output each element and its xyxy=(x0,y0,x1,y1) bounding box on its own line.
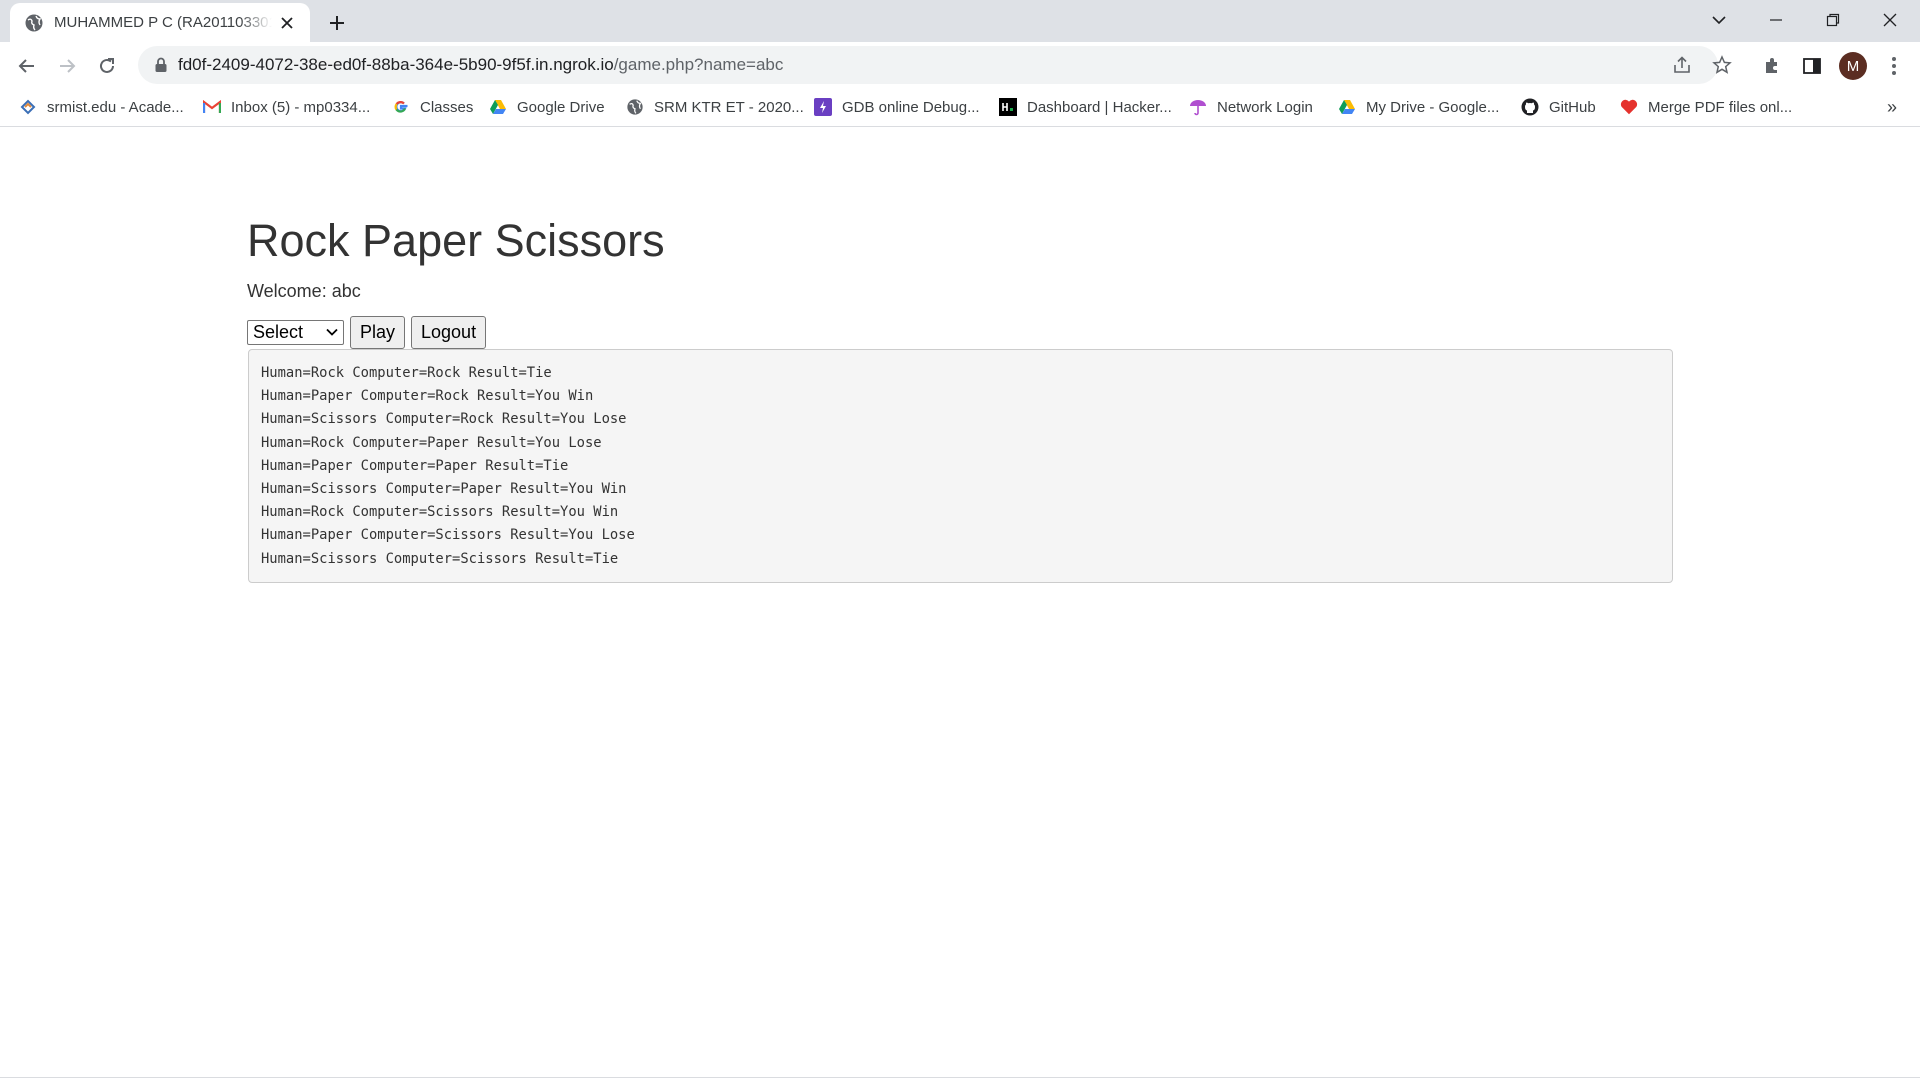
github-icon xyxy=(1521,98,1539,116)
bookmark-item[interactable]: GitHub xyxy=(1521,89,1596,125)
result-line: Human=Paper Computer=Rock Result=You Win xyxy=(261,388,594,405)
restore-icon[interactable] xyxy=(1805,0,1861,40)
drive-icon xyxy=(1338,98,1356,116)
bookmark-label: srmist.edu - Acade... xyxy=(47,98,184,116)
welcome-text: Welcome: abc xyxy=(247,281,361,302)
result-line: Human=Paper Computer=Scissors Result=You… xyxy=(261,527,635,544)
bookmarks-bar: srmist.edu - Acade... Inbox (5) - mp0334… xyxy=(0,89,1920,127)
tab-title: MUHAMMED P C (RA2011033010 xyxy=(54,14,272,31)
bookmark-item[interactable]: srmist.edu - Acade... xyxy=(19,89,184,125)
url-host: fd0f-2409-4072-38e-ed0f-88ba-364e-5b90-9… xyxy=(178,55,614,74)
results-log: Human=Rock Computer=Rock Result=Tie Huma… xyxy=(248,349,1673,583)
result-line: Human=Rock Computer=Scissors Result=You … xyxy=(261,504,619,521)
bookmark-item[interactable]: Classes xyxy=(392,89,473,125)
globe-icon xyxy=(25,14,43,31)
close-window-icon[interactable] xyxy=(1862,0,1918,40)
drive-icon xyxy=(489,98,507,116)
hackerrank-icon xyxy=(999,98,1017,116)
gdb-icon xyxy=(814,98,832,116)
tab-strip: MUHAMMED P C (RA2011033010 xyxy=(0,0,1920,42)
bookmark-label: Classes xyxy=(420,98,474,116)
heart-icon xyxy=(1620,98,1638,116)
new-tab-button[interactable] xyxy=(323,9,351,37)
bookmark-item[interactable]: Network Login xyxy=(1189,89,1313,125)
bookmark-item[interactable]: Merge PDF files onl... xyxy=(1620,89,1792,125)
game-form: Select Play Logout xyxy=(247,316,487,349)
lock-icon[interactable] xyxy=(152,56,170,74)
bookmark-label: Merge PDF files onl... xyxy=(1648,98,1793,116)
minimize-icon[interactable] xyxy=(1748,0,1804,40)
bookmark-label: Network Login xyxy=(1217,98,1313,116)
menu-kebab-icon[interactable] xyxy=(1881,53,1907,79)
logout-button[interactable]: Logout xyxy=(411,316,487,349)
reload-icon[interactable] xyxy=(90,49,124,83)
divider xyxy=(0,1077,1920,1078)
bookmark-label: SRM KTR ET - 2020... xyxy=(654,98,804,116)
url-path: /game.php?name=abc xyxy=(613,55,784,74)
page-content: Rock Paper Scissors Welcome: abc Select P… xyxy=(0,128,1920,1078)
back-icon[interactable] xyxy=(10,49,44,83)
page-title: Rock Paper Scissors xyxy=(247,215,665,266)
bookmark-item[interactable]: SRM KTR ET - 2020... xyxy=(626,89,804,125)
academia-icon xyxy=(19,98,37,116)
forward-icon[interactable] xyxy=(50,49,84,83)
address-bar[interactable]: fd0f-2409-4072-38e-ed0f-88ba-364e-5b90-9… xyxy=(138,46,1732,84)
bookmark-label: GitHub xyxy=(1549,98,1596,116)
profile-avatar[interactable]: M xyxy=(1839,52,1867,80)
choice-select[interactable]: Select xyxy=(247,320,344,345)
result-line: Human=Rock Computer=Rock Result=Tie xyxy=(261,365,552,381)
choice-select-value: Select xyxy=(253,322,304,342)
more-bookmarks-chevron-icon[interactable]: » xyxy=(1880,89,1904,125)
gmail-icon xyxy=(203,98,221,116)
result-line: Human=Scissors Computer=Scissors Result=… xyxy=(261,550,619,567)
url-text[interactable]: fd0f-2409-4072-38e-ed0f-88ba-364e-5b90-9… xyxy=(178,46,783,84)
result-line: Human=Scissors Computer=Paper Result=You… xyxy=(261,481,627,498)
side-panel-icon[interactable] xyxy=(1799,53,1825,79)
bookmark-item[interactable]: Dashboard | Hacker... xyxy=(999,89,1172,125)
bookmark-star-icon[interactable] xyxy=(1711,54,1733,76)
result-line: Human=Rock Computer=Paper Result=You Los… xyxy=(261,434,602,451)
bookmark-label: Dashboard | Hacker... xyxy=(1027,98,1172,116)
tab-search-icon[interactable] xyxy=(1691,0,1747,40)
bookmark-item[interactable]: GDB online Debug... xyxy=(814,89,980,125)
bookmark-label: Inbox (5) - mp0334... xyxy=(231,98,371,116)
globe-icon xyxy=(626,98,644,116)
bookmark-item[interactable]: Inbox (5) - mp0334... xyxy=(203,89,370,125)
result-line: Human=Paper Computer=Paper Result=Tie xyxy=(261,457,569,474)
bookmark-label: My Drive - Google... xyxy=(1366,98,1500,116)
bookmark-item[interactable]: My Drive - Google... xyxy=(1338,89,1499,125)
chevron-down-icon xyxy=(326,328,338,336)
close-tab-icon[interactable] xyxy=(276,12,298,34)
bookmark-label: Google Drive xyxy=(517,98,605,116)
welcome-label: Welcome: xyxy=(247,281,327,301)
browser-tab[interactable]: MUHAMMED P C (RA2011033010 xyxy=(10,3,310,42)
browser-toolbar: fd0f-2409-4072-38e-ed0f-88ba-364e-5b90-9… xyxy=(0,42,1920,89)
bookmark-label: GDB online Debug... xyxy=(842,98,980,116)
result-line: Human=Scissors Computer=Rock Result=You … xyxy=(261,411,627,428)
umbrella-icon xyxy=(1189,98,1207,116)
google-icon xyxy=(392,98,410,116)
extensions-icon[interactable] xyxy=(1759,53,1785,79)
play-button[interactable]: Play xyxy=(350,316,406,349)
welcome-username: abc xyxy=(331,281,361,301)
bookmark-item[interactable]: Google Drive xyxy=(489,89,605,125)
share-icon[interactable] xyxy=(1671,54,1693,76)
